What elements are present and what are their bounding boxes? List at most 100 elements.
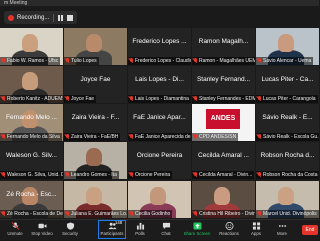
participant-tile[interactable]: ANDES CPD ANDES/SN (192, 104, 255, 141)
smiley-icon (225, 222, 233, 230)
participant-tile[interactable]: Ramon Magalh... Ramon - Magalhães UEMS (192, 28, 255, 65)
stop-recording-icon[interactable] (67, 14, 74, 21)
participant-tile[interactable]: Tulio Lopes (64, 28, 127, 65)
participant-name: Tulio Lopes (71, 58, 97, 64)
participant-tile[interactable]: Cecilia Godinho (128, 181, 191, 218)
participant-name: Cecilda Amaral - Divin... (199, 172, 253, 178)
participant-name: Roberto Kanitz - ADUEMS (7, 96, 63, 102)
participant-tile[interactable]: Waleson G. Silv... Waleson G. Silva, Unid… (0, 142, 63, 179)
participant-name: Cristina Hil Ribeiro - Divin... (199, 211, 255, 217)
participant-tile[interactable]: Orcione Pereira Orcione Pereira (128, 142, 191, 179)
participant-name-caption: Marcel Unid. Divinópolis (256, 210, 319, 218)
participant-tile[interactable]: Fabio W. Ramos - Ufsc (0, 28, 63, 65)
participant-tile[interactable]: Juliana E. Guimarães Lo... (64, 181, 127, 218)
mic-muted-icon (257, 58, 262, 64)
more-button[interactable]: More (268, 222, 296, 241)
participant-tile[interactable]: Fernando Melo ... Fernando Melo da Silva (0, 104, 63, 141)
participant-name-caption: Cecilia Godinho (128, 210, 173, 218)
participant-display-name: Lais Lopes - Di... (135, 76, 184, 83)
participant-face (150, 187, 166, 205)
participant-tile[interactable]: FaE Janice Apar... FaE Janice Aparecida d… (128, 104, 191, 141)
participant-tile[interactable]: Marcel Unid. Divinópolis (256, 181, 319, 218)
participant-tile[interactable]: Cecilda Amaral ... Cecilda Amaral - Divin… (192, 142, 255, 179)
mic-muted-icon (193, 172, 198, 178)
mic-muted-icon (257, 96, 262, 102)
participant-name-caption: Lucas Piter - Carangola (256, 95, 318, 103)
participant-name: Fabio W. Ramos - Ufsc (7, 58, 59, 64)
participant-tile[interactable]: Lais Lopes - Di... Lais Lopes - Diamantin… (128, 66, 191, 103)
participant-display-name: Ramon Magalh... (198, 38, 249, 45)
participant-name: Leandro Gomes - Ita (71, 172, 117, 178)
participant-name-caption: Zé Rocha - Escola de Design (0, 210, 63, 218)
participant-tile[interactable]: Lucas Piter - Ca... Lucas Piter - Carango… (256, 66, 319, 103)
participant-display-name: Fernando Melo ... (6, 114, 57, 121)
mic-muted-icon (129, 96, 134, 102)
participant-name-caption: Zaira Vieira - FaE/BH (64, 133, 121, 141)
share-screen-button[interactable]: Share Screen (180, 222, 214, 241)
participant-name-caption: Leandro Gomes - Ita (64, 171, 119, 179)
participant-name: Lucas Piter - Carangola (263, 96, 316, 102)
participant-display-name: Stanley Fernand... (196, 76, 251, 83)
participant-tile[interactable]: Robson Rocha d... Robson Rocha da Costa (256, 142, 319, 179)
participant-name: Stanley Fernandes - EDMU (199, 96, 255, 102)
reactions-button[interactable]: Reactions (215, 222, 243, 241)
end-meeting-button[interactable]: End (302, 225, 318, 235)
participant-display-name: Orcione Pereira (136, 152, 183, 159)
participant-name-caption: Cristina Hil Ribeiro - Divin... (192, 210, 255, 218)
participant-name: Zaira Vieira - FaE/BH (71, 134, 119, 140)
participant-tile[interactable]: Stanley Fernand... Stanley Fernandes - ED… (192, 66, 255, 103)
participant-name: CPD ANDES/SN (199, 134, 237, 140)
participant-name-caption: Sávio Realk - Escola Gu... (256, 133, 319, 141)
participant-display-name: Frederico Lopes ... (132, 38, 187, 45)
participant-name-caption: FaE Janice Aparecida de S... (128, 133, 191, 141)
participant-name-caption: CPD ANDES/SN (192, 133, 239, 141)
participant-display-name: Cecilda Amaral ... (198, 152, 249, 159)
participants-button[interactable]: 148 Participants (98, 220, 126, 241)
stop-video-button[interactable]: Stop Video (28, 222, 56, 241)
participant-tile[interactable]: Leandro Gomes - Ita (64, 142, 127, 179)
recording-bar: Recording... (0, 6, 319, 28)
security-label: Security (62, 231, 78, 236)
apps-button[interactable]: Apps (242, 222, 270, 241)
mic-muted-icon (129, 58, 134, 64)
polls-button[interactable]: Polls (126, 222, 154, 241)
participant-name-caption: Joyce Fae (64, 95, 97, 103)
participant-tile[interactable]: Zaira Vieira - F... Zaira Vieira - FaE/BH (64, 104, 127, 141)
participant-tile[interactable]: Roberto Kanitz - ADUEMS (0, 66, 63, 103)
mic-muted-icon (1, 211, 6, 217)
participant-tile[interactable]: Zé Rocha - Esc... Zé Rocha - Escola de De… (0, 181, 63, 218)
participant-name-caption: Lais Lopes - Diamantina (128, 95, 191, 103)
divider (53, 13, 55, 22)
security-button[interactable]: Security (56, 222, 84, 241)
chat-label: Chat (161, 231, 171, 236)
participant-tile[interactable]: Joyce Fae Joyce Fae (64, 66, 127, 103)
participant-name-caption: Ramon - Magalhães UEMS (192, 57, 255, 65)
mic-muted-icon (193, 211, 198, 217)
recording-badge: Recording... (4, 11, 78, 24)
mic-muted-icon (65, 134, 70, 140)
participant-tile[interactable]: Frederico Lopes ... Frederico Lopes - Cla… (128, 28, 191, 65)
participant-name: Savio Alencar - Uema (263, 58, 312, 64)
participant-display-name: Waleson G. Silv... (6, 152, 57, 159)
participant-tile[interactable]: Cristina Hil Ribeiro - Divin... (192, 181, 255, 218)
pause-recording-icon[interactable] (58, 14, 64, 21)
unmute-label: Unmute (7, 231, 23, 236)
mic-muted-icon (1, 96, 6, 102)
participant-name-caption: Tulio Lopes (64, 57, 99, 65)
unmute-button[interactable]: Unmute (1, 222, 29, 241)
participant-face (86, 34, 102, 52)
participant-tile[interactable]: Sávio Realk - E... Sávio Realk - Escola G… (256, 104, 319, 141)
participant-name: Frederico Lopes - Claudio (135, 58, 191, 64)
chat-button[interactable]: Chat (152, 222, 180, 241)
participant-name-caption: Waleson G. Silva, Unid. Div... (0, 171, 63, 179)
shield-icon (66, 222, 74, 230)
participant-name-caption: Stanley Fernandes - EDMU (192, 95, 255, 103)
participant-name: Lais Lopes - Diamantina (135, 96, 189, 102)
participant-display-name: Sávio Realk - E... (262, 114, 313, 121)
reactions-label: Reactions (219, 231, 239, 236)
mic-muted-icon (129, 172, 134, 178)
participant-tile[interactable]: Savio Alencar - Uema (256, 28, 319, 65)
participant-name: Cecilia Godinho (135, 211, 171, 217)
andes-logo: ANDES (206, 109, 240, 129)
participant-name: Waleson G. Silva, Unid. Div... (7, 172, 63, 178)
